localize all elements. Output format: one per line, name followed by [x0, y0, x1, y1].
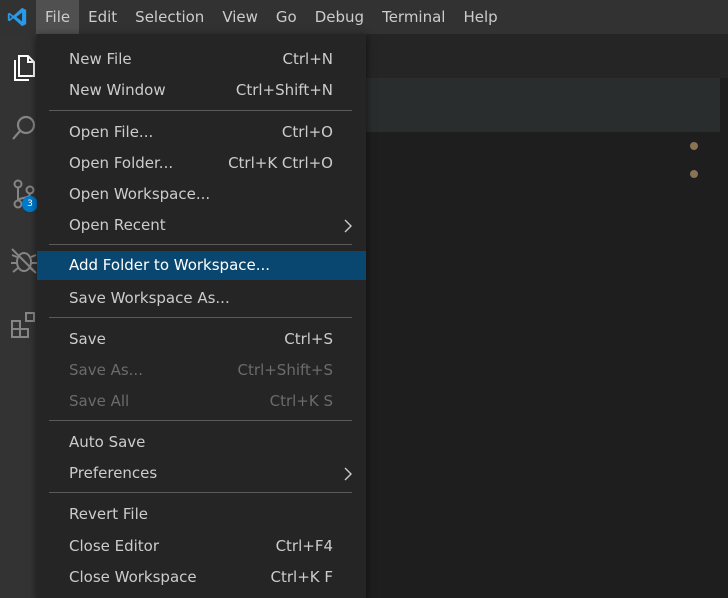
menu-separator	[49, 317, 352, 318]
menu-item-close-editor[interactable]: Close Editor Ctrl+F4	[37, 532, 366, 561]
source-control-badge: 3	[22, 196, 38, 212]
scrollbar-marker	[690, 170, 698, 178]
menu-go[interactable]: Go	[267, 0, 306, 34]
menu-edit[interactable]: Edit	[79, 0, 126, 34]
menu-separator	[49, 110, 352, 111]
menu-view[interactable]: View	[213, 0, 267, 34]
menu-bar: File Edit Selection View Go Debug Termin…	[0, 0, 728, 34]
menu-terminal[interactable]: Terminal	[373, 0, 454, 34]
menu-selection[interactable]: Selection	[126, 0, 213, 34]
menu-item-new-window[interactable]: New Window Ctrl+Shift+N	[37, 76, 366, 105]
menu-separator	[49, 492, 352, 493]
scrollbar-marker	[690, 142, 698, 150]
file-menu-dropdown: New File Ctrl+N New Window Ctrl+Shift+N …	[37, 34, 366, 598]
menu-file[interactable]: File	[36, 0, 80, 34]
vscode-window: File Edit Selection View Go Debug Termin…	[0, 0, 728, 598]
menu-items: File Edit Selection View Go Debug Termin…	[36, 0, 507, 34]
menu-item-open-workspace[interactable]: Open Workspace...	[37, 180, 366, 209]
chevron-right-icon	[342, 459, 354, 488]
menu-item-open-folder[interactable]: Open Folder... Ctrl+K Ctrl+O	[37, 149, 366, 178]
menu-item-add-folder-to-workspace[interactable]: Add Folder to Workspace...	[37, 251, 366, 280]
menu-item-save-as: Save As... Ctrl+Shift+S	[69, 361, 333, 379]
menu-item-save-workspace-as[interactable]: Save Workspace As...	[37, 284, 366, 313]
menu-item-close-workspace[interactable]: Close Workspace Ctrl+K F	[37, 563, 366, 592]
menu-item-new-file[interactable]: New File Ctrl+N	[37, 45, 366, 74]
vscode-logo-icon	[0, 0, 34, 34]
menu-item-revert-file[interactable]: Revert File	[37, 500, 366, 529]
menu-help[interactable]: Help	[454, 0, 506, 34]
menu-item-save[interactable]: Save Ctrl+S	[37, 325, 366, 354]
menu-debug[interactable]: Debug	[306, 0, 373, 34]
menu-item-open-file[interactable]: Open File... Ctrl+O	[37, 118, 366, 147]
menu-separator	[49, 420, 352, 421]
chevron-right-icon	[342, 211, 354, 240]
menu-item-save-all: Save All Ctrl+K S	[69, 392, 333, 410]
menu-separator	[49, 244, 352, 245]
menu-item-auto-save[interactable]: Auto Save	[37, 428, 366, 457]
menu-item-open-recent[interactable]: Open Recent	[37, 211, 366, 240]
menu-item-preferences[interactable]: Preferences	[37, 459, 366, 488]
